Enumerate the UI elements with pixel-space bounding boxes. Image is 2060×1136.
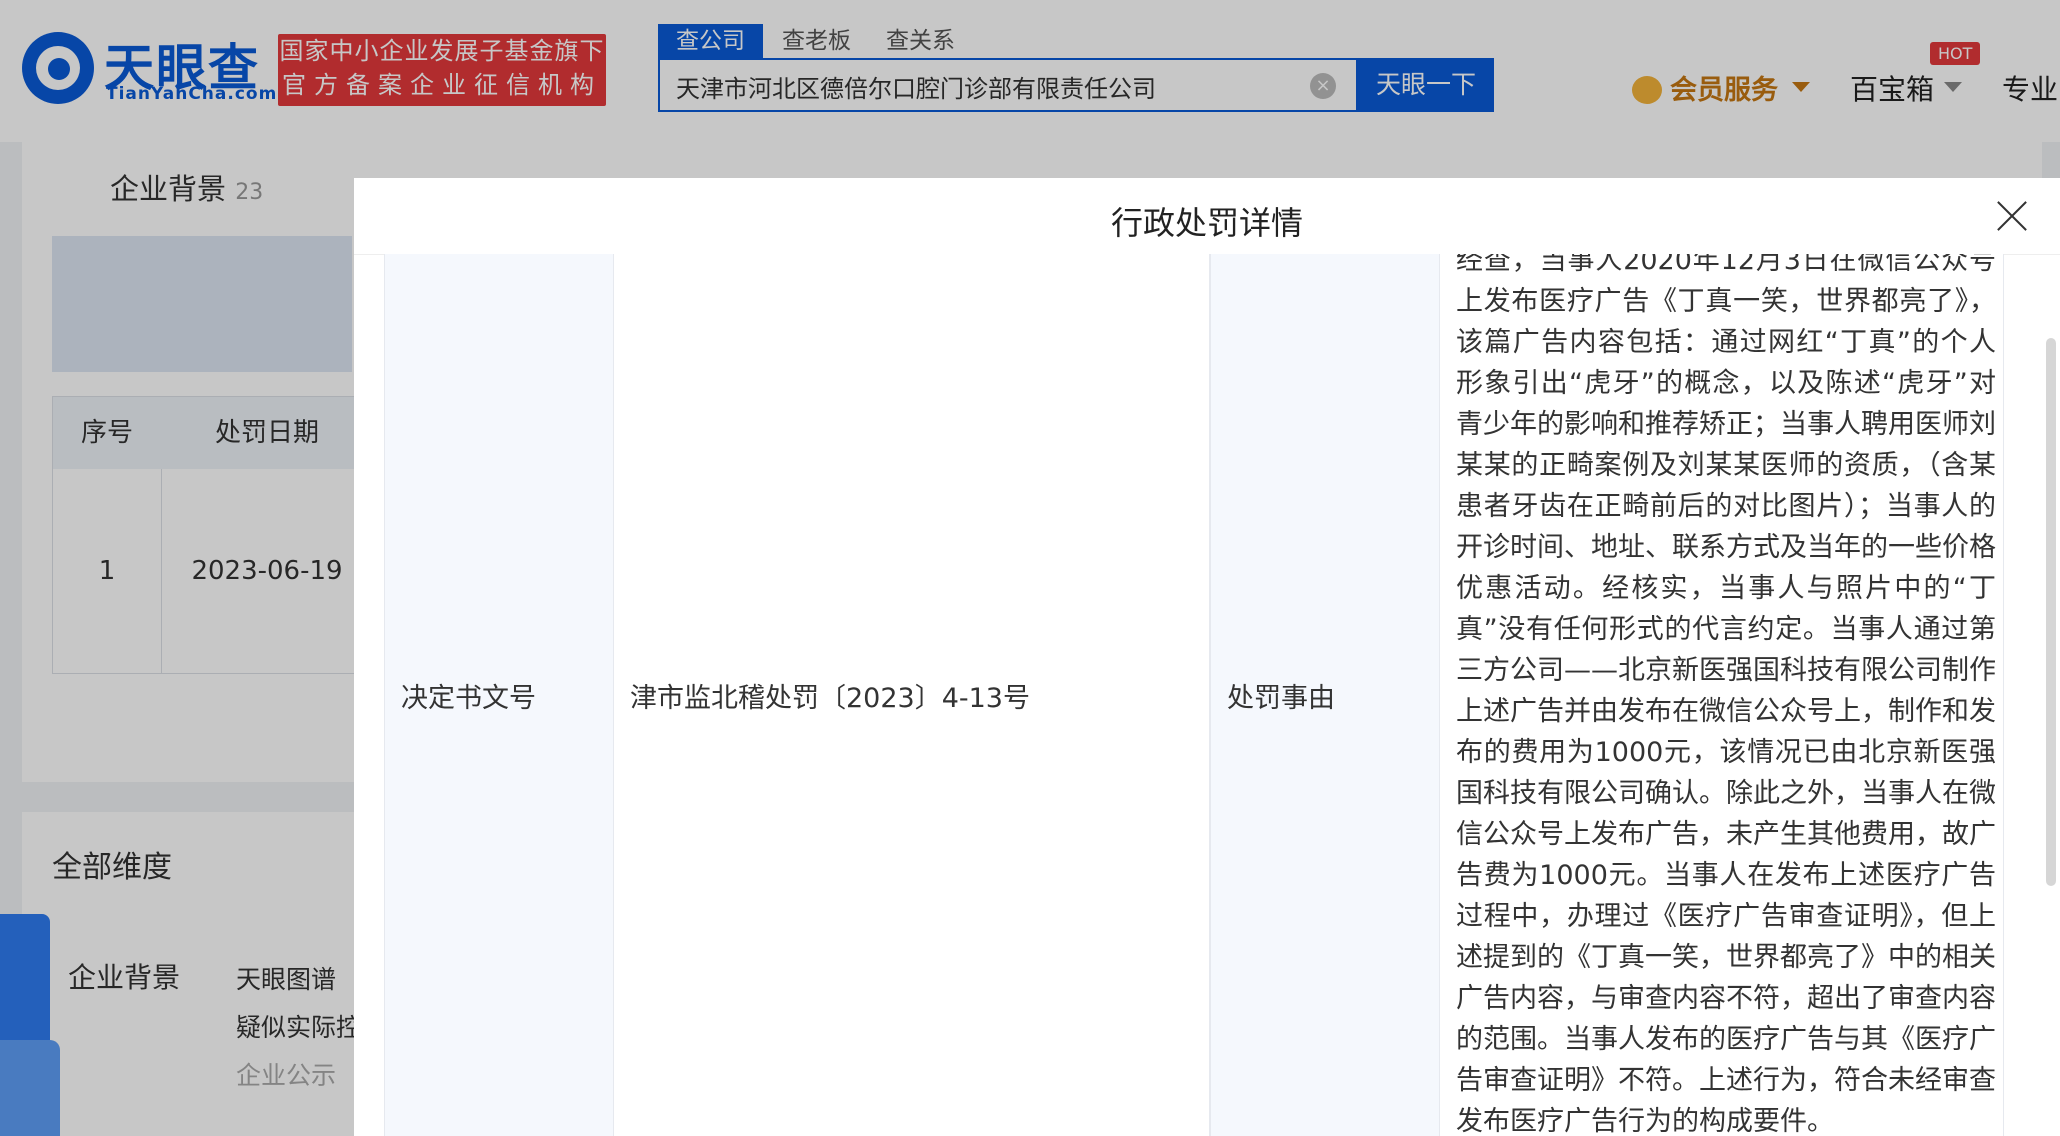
reason-label: 处罚事由 <box>1227 682 1335 714</box>
penalty-detail-modal: 行政处罚详情 决定书文号 津市监北稽处罚〔2023〕4-13号 处罚事由 经查，… <box>354 178 2060 1136</box>
doc-number-label-cell: 决定书文号 <box>384 254 614 1136</box>
close-icon[interactable] <box>1994 198 2030 234</box>
reason-label-cell: 处罚事由 <box>1210 254 1440 1136</box>
reason-value-cell: 经查，当事人2020年12月3日在微信公众号上发布医疗广告《丁真一笑，世界都亮了… <box>1440 254 2004 1136</box>
modal-scrollbar[interactable] <box>2046 338 2056 886</box>
doc-number-value-cell: 津市监北稽处罚〔2023〕4-13号 <box>614 254 1210 1136</box>
modal-header: 行政处罚详情 <box>354 178 2060 255</box>
detail-table: 决定书文号 津市监北稽处罚〔2023〕4-13号 处罚事由 经查，当事人2020… <box>384 254 2004 1136</box>
reason-text: 经查，当事人2020年12月3日在微信公众号上发布医疗广告《丁真一笑，世界都亮了… <box>1456 254 1996 1136</box>
modal-title: 行政处罚详情 <box>1110 204 1303 242</box>
doc-number-label: 决定书文号 <box>401 682 536 714</box>
doc-number-value: 津市监北稽处罚〔2023〕4-13号 <box>630 682 1030 714</box>
